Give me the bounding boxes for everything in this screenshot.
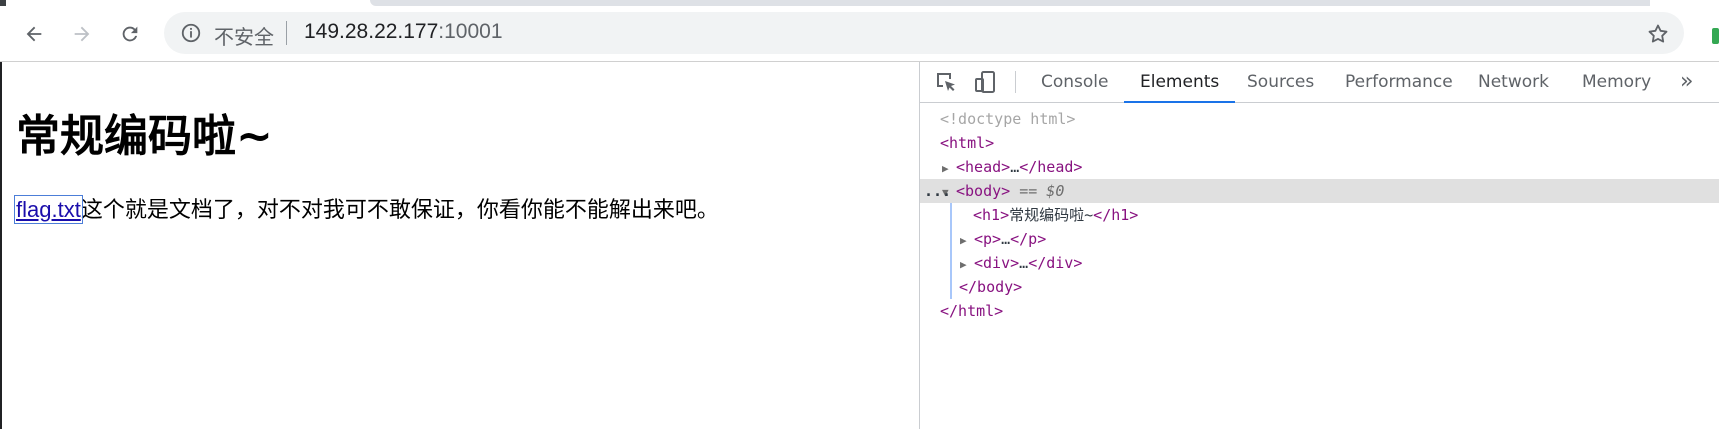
tree-row-div[interactable]: ▶ <div>…</div> [920,251,1719,275]
extension-icon[interactable] [1712,28,1719,44]
browser-toolbar: 不安全 149.28.22.177:10001 [0,8,1719,62]
devtools-tabbar: Console Elements Sources Performance Net… [920,62,1719,103]
h1-open-tag: <h1> [973,206,1010,224]
tree-row-doctype[interactable]: <!doctype html> [920,107,1719,131]
info-icon[interactable] [180,22,202,44]
page-paragraph: flag.txt这个就是文档了，对不对我可不敢保证，你看你能不能解出来吧。 [14,192,719,224]
tab-memory[interactable]: Memory [1582,62,1651,102]
div-ellipsis: … [1019,254,1029,272]
body-close-tag: </body> [959,278,1023,296]
tab-performance[interactable]: Performance [1345,62,1453,102]
expand-triangle-icon[interactable]: ▶ [960,253,974,277]
reload-button[interactable] [116,20,144,48]
more-tabs-icon[interactable]: » [1680,69,1693,94]
device-toolbar-icon[interactable] [973,70,997,94]
tab-sources[interactable]: Sources [1247,62,1314,102]
omnibox-separator [286,21,287,45]
tree-row-body-close[interactable]: </body> [920,275,1719,299]
div-close-tag: </div> [1028,254,1083,272]
p-ellipsis: … [1001,230,1011,248]
dom-tree: <!doctype html> <html> ▶ <head>…</head> .… [920,103,1719,429]
paragraph-text: 这个就是文档了，对不对我可不敢保证，你看你能不能解出来吧。 [80,198,719,223]
p-open-tag: <p> [974,230,1002,248]
tree-row-head[interactable]: ▶ <head>…</head> [920,155,1719,179]
devtools-panel: Console Elements Sources Performance Net… [920,62,1719,429]
h1-close-tag: </h1> [1093,206,1139,224]
page-heading: 常规编码啦~ [16,111,273,162]
html-close-tag: </html> [940,302,1004,320]
tree-row-h1[interactable]: <h1>常规编码啦~</h1> [920,203,1719,227]
tab-console[interactable]: Console [1041,62,1109,102]
url-port: :10001 [438,20,503,43]
tab-strip-bar [370,0,1650,6]
h1-text-node: 常规编码啦~ [1009,206,1094,224]
tree-row-html[interactable]: <html> [920,131,1719,155]
tree-row-p[interactable]: ▶ <p>…</p> [920,227,1719,251]
security-label[interactable]: 不安全 [214,21,274,50]
arrow-right-icon [74,26,90,42]
address-bar[interactable]: 不安全 149.28.22.177:10001 [164,12,1684,54]
url-text[interactable]: 149.28.22.177:10001 [304,20,503,44]
tab-strip-corner [0,0,6,6]
reload-icon [122,26,138,42]
expand-triangle-icon[interactable]: ▶ [960,229,974,253]
page-viewport: 常规编码啦~ flag.txt这个就是文档了，对不对我可不敢保证，你看你能不能解… [0,62,921,429]
html-open-tag: <html> [940,134,995,152]
tab-network[interactable]: Network [1478,62,1549,102]
head-close-tag: </head> [1019,158,1083,176]
tree-row-html-close[interactable]: </html> [920,299,1719,323]
url-host: 149.28.22.177 [304,20,439,43]
body-open-tag: <body> [956,182,1011,200]
tab-strip [0,0,1719,8]
head-ellipsis: … [1010,158,1020,176]
star-icon[interactable] [1646,22,1670,46]
p-close-tag: </p> [1010,230,1047,248]
flag-txt-link[interactable]: flag.txt [14,195,83,224]
inspect-element-icon[interactable] [934,70,958,94]
tree-row-body-selected[interactable]: ... ▼ <body> == $0 [920,179,1719,203]
arrow-left-icon [26,26,42,42]
doctype-text: <!doctype html> [940,110,1076,128]
head-open-tag: <head> [956,158,1011,176]
forward-button[interactable] [68,20,96,48]
row-actions-ellipsis[interactable]: ... [924,179,951,203]
devtools-toolbar-divider [1015,71,1016,93]
tab-elements[interactable]: Elements [1123,62,1236,103]
expand-triangle-icon[interactable]: ▶ [942,157,956,181]
selected-node-marker: == $0 [1010,182,1065,200]
div-open-tag: <div> [974,254,1020,272]
back-button[interactable] [20,20,48,48]
